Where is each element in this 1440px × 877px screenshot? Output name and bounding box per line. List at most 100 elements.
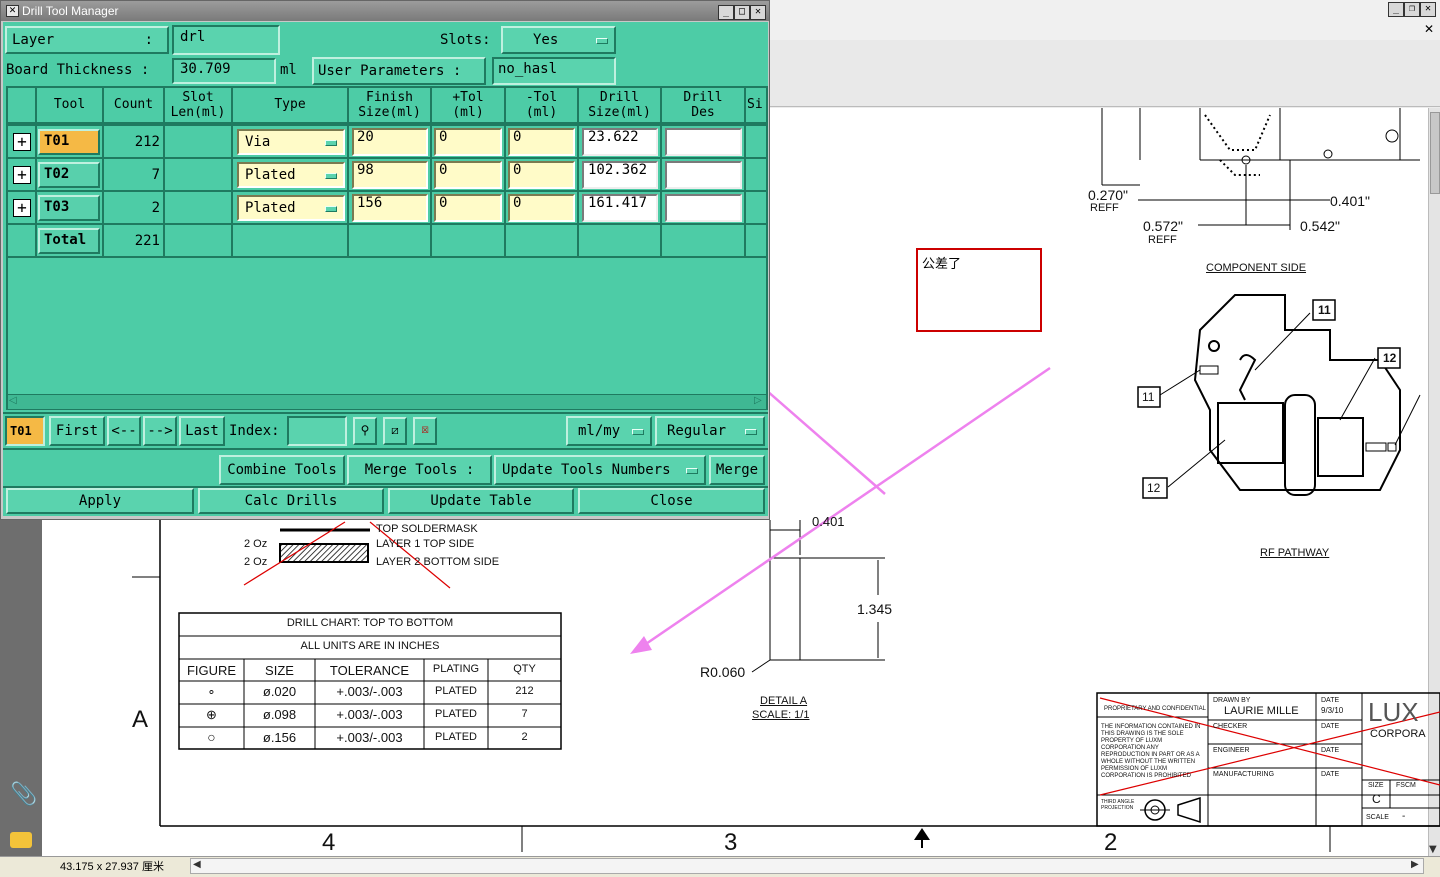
dialog-minimize-icon[interactable]: _ [718,5,734,20]
table-scroll-left-icon[interactable]: ◁ [9,395,17,406]
layer-button[interactable]: Layer : [5,26,169,54]
tb-engineer: ENGINEER [1213,747,1250,754]
chart-header-figure: FIGURE [186,663,237,678]
board-thickness-field[interactable]: 30.709 [172,58,276,84]
unit-dropdown[interactable]: ml/my [566,416,652,446]
tool-button-t02[interactable]: T02 [38,162,100,188]
chart-tol-1: +.003/-.003 [336,684,403,699]
dialog-close-icon[interactable]: ✕ [750,5,766,20]
col-sep [231,88,233,258]
plus-tol-input-t02[interactable]: 0 [434,161,502,189]
chart-fig-2: ⊕ [206,707,217,722]
type-dropdown-t03[interactable]: Plated [237,195,345,221]
chart-header-qty: QTY [513,663,536,675]
board-thickness-unit: ml [280,62,297,78]
scroll-left-icon[interactable]: ◀ [193,859,201,870]
finish-size-input-t01[interactable]: 20 [352,128,428,156]
annotation-note[interactable]: 公差了 [922,253,961,272]
type-dropdown-t01[interactable]: Via [237,129,345,155]
prev-button[interactable]: <-- [107,416,141,446]
merge-tools-button[interactable]: Merge Tools : [347,455,492,485]
calc-drills-button[interactable]: Calc Drills [198,488,384,514]
zone-2: 2 [1104,829,1118,856]
row-sep [8,124,766,126]
select-icon-button[interactable]: ⧄ [383,417,407,445]
col-header-si: Si [747,97,763,112]
combine-tools-button[interactable]: Combine Tools [219,455,345,485]
col-header-minus-tol: -Tol (ml) [525,90,558,120]
drill-des-input-t01[interactable] [665,128,742,156]
merge-button[interactable]: Merge [709,455,765,485]
mode-dropdown[interactable]: Regular [655,416,765,446]
table-scroll-right-icon[interactable]: ▷ [754,395,762,406]
layer1-label: LAYER 1 TOP SIDE [376,538,475,550]
tb-checker: CHECKER [1213,723,1248,730]
current-tool-indicator: T01 [5,416,45,446]
minus-tol-input-t02[interactable]: 0 [508,161,575,189]
callout-12a: 12 [1383,351,1397,365]
dim-0401-top: 0.401" [1330,193,1371,209]
tool-button-t03[interactable]: T03 [38,195,100,221]
layer-colon: : [144,32,153,48]
tb-date-1: DATE [1321,697,1340,704]
dim-0270: 0.270" [1088,187,1129,203]
index-input[interactable] [287,416,347,446]
callout-11b: 11 [1142,390,1155,404]
drill-size-input-t01[interactable]: 23.622 [582,128,658,156]
drill-des-input-t03[interactable] [665,194,742,222]
horizontal-scrollbar[interactable] [190,858,1424,874]
col-header-type: Type [274,97,306,112]
finish-size-input-t03[interactable]: 156 [352,194,428,222]
last-button[interactable]: Last [179,416,225,446]
board-thickness-label: Board Thickness : [6,62,150,78]
update-table-button[interactable]: Update Table [388,488,574,514]
tool-button-t01[interactable]: T01 [38,129,100,155]
table-hscrollbar[interactable] [8,394,766,409]
tb-drawn-name: LAURIE MILLE [1224,705,1299,717]
close-button[interactable]: Close [578,488,765,514]
tb-logo: LUX [1368,697,1419,727]
layer2-label: LAYER 2 BOTTOM SIDE [376,556,500,568]
app-icon: ✕ [6,5,19,17]
detail-a-label: DETAIL A [760,695,808,707]
col-header-slot-len: Slot Len(ml) [170,90,226,120]
mode-value: Regular [667,423,727,439]
expand-row-icon[interactable]: + [13,166,31,184]
chart-qty-2: 7 [521,708,528,720]
zone-a: A [132,706,149,733]
user-parameters-button[interactable]: User Parameters : [312,57,486,85]
drill-des-input-t02[interactable] [665,161,742,189]
drill-size-input-t03[interactable]: 161.417 [582,194,658,222]
find-icon-button[interactable]: ⚲ [353,417,377,445]
minus-tol-input-t03[interactable]: 0 [508,194,575,222]
row-sep [8,256,766,258]
update-tools-numbers-dropdown[interactable]: Update Tools Numbers [494,455,706,485]
layer-label: Layer [12,32,55,48]
user-parameters-field[interactable]: no_hasl [492,57,616,85]
expand-row-icon[interactable]: + [13,199,31,217]
callout-12b: 12 [1147,481,1161,495]
dialog-maximize-icon[interactable]: □ [734,5,750,20]
chart-size-1: ø.020 [262,684,297,699]
tb-third-angle: THIRD ANGLE PROJECTION [1101,799,1135,811]
drill-size-value: 102.362 [588,162,648,178]
scroll-down-icon[interactable]: ▼ [1429,844,1437,855]
layer-field[interactable]: drl [172,25,280,55]
type-dropdown-t02[interactable]: Plated [237,162,345,188]
finish-size-input-t02[interactable]: 98 [352,161,428,189]
chart-header-plating: PLATING [432,663,480,675]
next-button[interactable]: --> [143,416,177,446]
plus-tol-input-t03[interactable]: 0 [434,194,502,222]
slots-dropdown[interactable]: Yes [501,26,616,54]
plus-tol-input-t01[interactable]: 0 [434,128,502,156]
type-value: Plated [245,200,296,216]
apply-button[interactable]: Apply [6,488,194,514]
minus-tol-input-t01[interactable]: 0 [508,128,575,156]
expand-row-icon[interactable]: + [13,133,31,151]
scroll-right-icon[interactable]: ▶ [1411,859,1419,870]
clear-icon-button[interactable]: ☒ [413,417,437,445]
count-t01: 212 [134,134,160,150]
drill-size-input-t02[interactable]: 102.362 [582,161,658,189]
tb-size-label: SIZE [1368,782,1384,789]
first-button[interactable]: First [49,416,105,446]
